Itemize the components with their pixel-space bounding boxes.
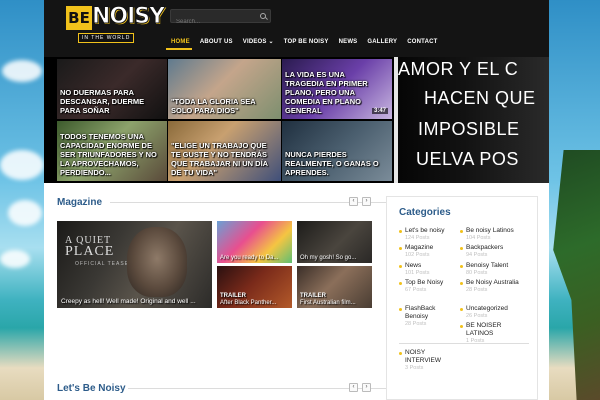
- magazine-title: Magazine: [57, 197, 103, 208]
- magazine-thumb[interactable]: TRAILER After Black Panther...: [217, 266, 292, 308]
- poster-title: A QUIET PLACE: [65, 235, 115, 259]
- prev-arrow-button[interactable]: ‹: [349, 383, 358, 392]
- tile-caption: NO DUERMAS PARA DESCANSAR, DUERME PARA S…: [60, 88, 145, 115]
- prev-arrow-button[interactable]: ‹: [349, 197, 358, 206]
- featured-tile[interactable]: NUNCA PIERDES REALMENTE, O GANAS O APREN…: [282, 121, 392, 181]
- trailer-tag: TRAILER: [220, 293, 246, 299]
- cloud: [0, 150, 44, 180]
- site-header: BE NOISY IN THE WORLD HOME ABOUT US VIDE…: [44, 0, 549, 57]
- magazine-thumb[interactable]: TRAILER First Australian film...: [297, 266, 372, 308]
- magazine-thumb[interactable]: Are you ready to Da...: [217, 221, 292, 263]
- widget-divider: [399, 343, 529, 344]
- hero-slide-text: HACEN QUE: [424, 88, 536, 108]
- thumb-caption: After Black Panther...: [220, 300, 277, 306]
- nav-videos[interactable]: VIDEOS ⌄: [238, 37, 279, 47]
- featured-tile[interactable]: "TODA LA GLORIA SEA SOLO PARA DIOS": [168, 59, 281, 119]
- trailer-tag: TRAILER: [300, 293, 326, 299]
- category-item[interactable]: Benoisy Talent 80 Posts: [460, 262, 532, 277]
- search-box: [170, 9, 271, 28]
- video-caption: Creepy as hell! Well made! Original and …: [61, 298, 196, 305]
- nav-active-indicator: [166, 48, 192, 50]
- lets-be-noisy-title: Let's Be Noisy: [57, 383, 126, 394]
- hero-slide[interactable]: AMOR Y EL C HACEN QUE IMPOSIBLE UELVA PO…: [394, 57, 549, 183]
- poster-image: [127, 227, 187, 297]
- main-nav: HOME ABOUT US VIDEOS ⌄ TOP BE NOISY NEWS…: [166, 37, 443, 47]
- tile-caption: TODOS TENEMOS UNA CAPACIDAD ENORME DE SE…: [60, 132, 157, 177]
- nav-news[interactable]: NEWS: [334, 37, 363, 47]
- featured-grid: NO DUERMAS PARA DESCANSAR, DUERME PARA S…: [44, 57, 394, 183]
- video-duration: 3:47: [371, 108, 388, 114]
- category-item[interactable]: FlashBack Benoisy 28 Posts: [399, 305, 451, 328]
- tile-caption: "TODA LA GLORIA SEA SOLO PARA DIOS": [171, 97, 256, 115]
- next-arrow-button[interactable]: ›: [362, 197, 371, 206]
- category-item[interactable]: Be Noisy Australia 28 Posts: [460, 279, 520, 294]
- nav-about-us[interactable]: ABOUT US: [195, 37, 238, 47]
- category-item[interactable]: News 101 Posts: [399, 262, 459, 277]
- palm-tree-image: [553, 150, 600, 400]
- nav-contact[interactable]: CONTACT: [402, 37, 442, 47]
- thumb-caption: Oh my gosh! So go...: [300, 255, 357, 261]
- magazine-main-video[interactable]: A QUIET PLACE OFFICIAL TEASER TRAILER Cre…: [57, 221, 212, 308]
- category-item[interactable]: Backpackers 94 Posts: [460, 244, 532, 259]
- category-item[interactable]: Uncategorized 26 Posts: [460, 305, 532, 320]
- featured-tile[interactable]: "ELIGE UN TRABAJO QUE TE GUSTE Y NO TEND…: [168, 121, 281, 181]
- featured-tile[interactable]: LA VIDA ES UNA TRAGEDIA EN PRIMER PLANO,…: [282, 59, 392, 119]
- nav-top-be-noisy[interactable]: TOP BE NOISY: [279, 37, 334, 47]
- category-item[interactable]: Top Be Noisy 67 Posts: [399, 279, 459, 294]
- categories-widget: Categories Let's be noisy 124 Posts Maga…: [386, 196, 538, 400]
- logo-be: BE: [66, 6, 92, 30]
- thumb-caption: Are you ready to Da...: [220, 255, 279, 261]
- category-item[interactable]: Let's be noisy 124 Posts: [399, 227, 459, 242]
- category-item[interactable]: Magazine 102 Posts: [399, 244, 459, 259]
- hero-slide-text: AMOR Y EL C: [398, 59, 519, 79]
- hero-slide-text: UELVA POS: [416, 149, 519, 169]
- section-divider: [110, 202, 388, 203]
- featured-tile[interactable]: NO DUERMAS PARA DESCANSAR, DUERME PARA S…: [57, 59, 167, 119]
- site-container: BE NOISY IN THE WORLD HOME ABOUT US VIDE…: [44, 0, 549, 400]
- search-icon[interactable]: [260, 13, 266, 19]
- logo-tagline: IN THE WORLD: [78, 33, 135, 43]
- slider-divider: [394, 57, 398, 183]
- thumb-caption: First Australian film...: [300, 300, 356, 306]
- cloud: [2, 60, 42, 82]
- next-arrow-button[interactable]: ›: [362, 383, 371, 392]
- search-input[interactable]: [171, 16, 255, 28]
- category-item[interactable]: Be noisy Latinos 104 Posts: [460, 227, 532, 242]
- nav-home[interactable]: HOME: [166, 37, 195, 47]
- categories-title: Categories: [399, 207, 451, 218]
- category-item[interactable]: BE NOISER LATINOS 1 Posts: [460, 322, 512, 345]
- featured-tile[interactable]: TODOS TENEMOS UNA CAPACIDAD ENORME DE SE…: [57, 121, 167, 181]
- hero-slide-text: IMPOSIBLE: [418, 119, 520, 139]
- magazine-thumb[interactable]: Oh my gosh! So go...: [297, 221, 372, 263]
- logo-noisy: NOISY: [91, 4, 165, 30]
- cloud: [0, 250, 30, 268]
- tile-caption: NUNCA PIERDES REALMENTE, O GANAS O APREN…: [285, 150, 379, 177]
- nav-gallery[interactable]: GALLERY: [362, 37, 402, 47]
- category-item[interactable]: NOISY INTERVIEW 3 Posts: [399, 349, 451, 372]
- site-logo[interactable]: BE NOISY IN THE WORLD: [66, 4, 166, 44]
- cloud: [8, 200, 42, 226]
- tile-caption: "ELIGE UN TRABAJO QUE TE GUSTE Y NO TEND…: [171, 141, 268, 177]
- tile-caption: LA VIDA ES UNA TRAGEDIA EN PRIMER PLANO,…: [285, 70, 368, 115]
